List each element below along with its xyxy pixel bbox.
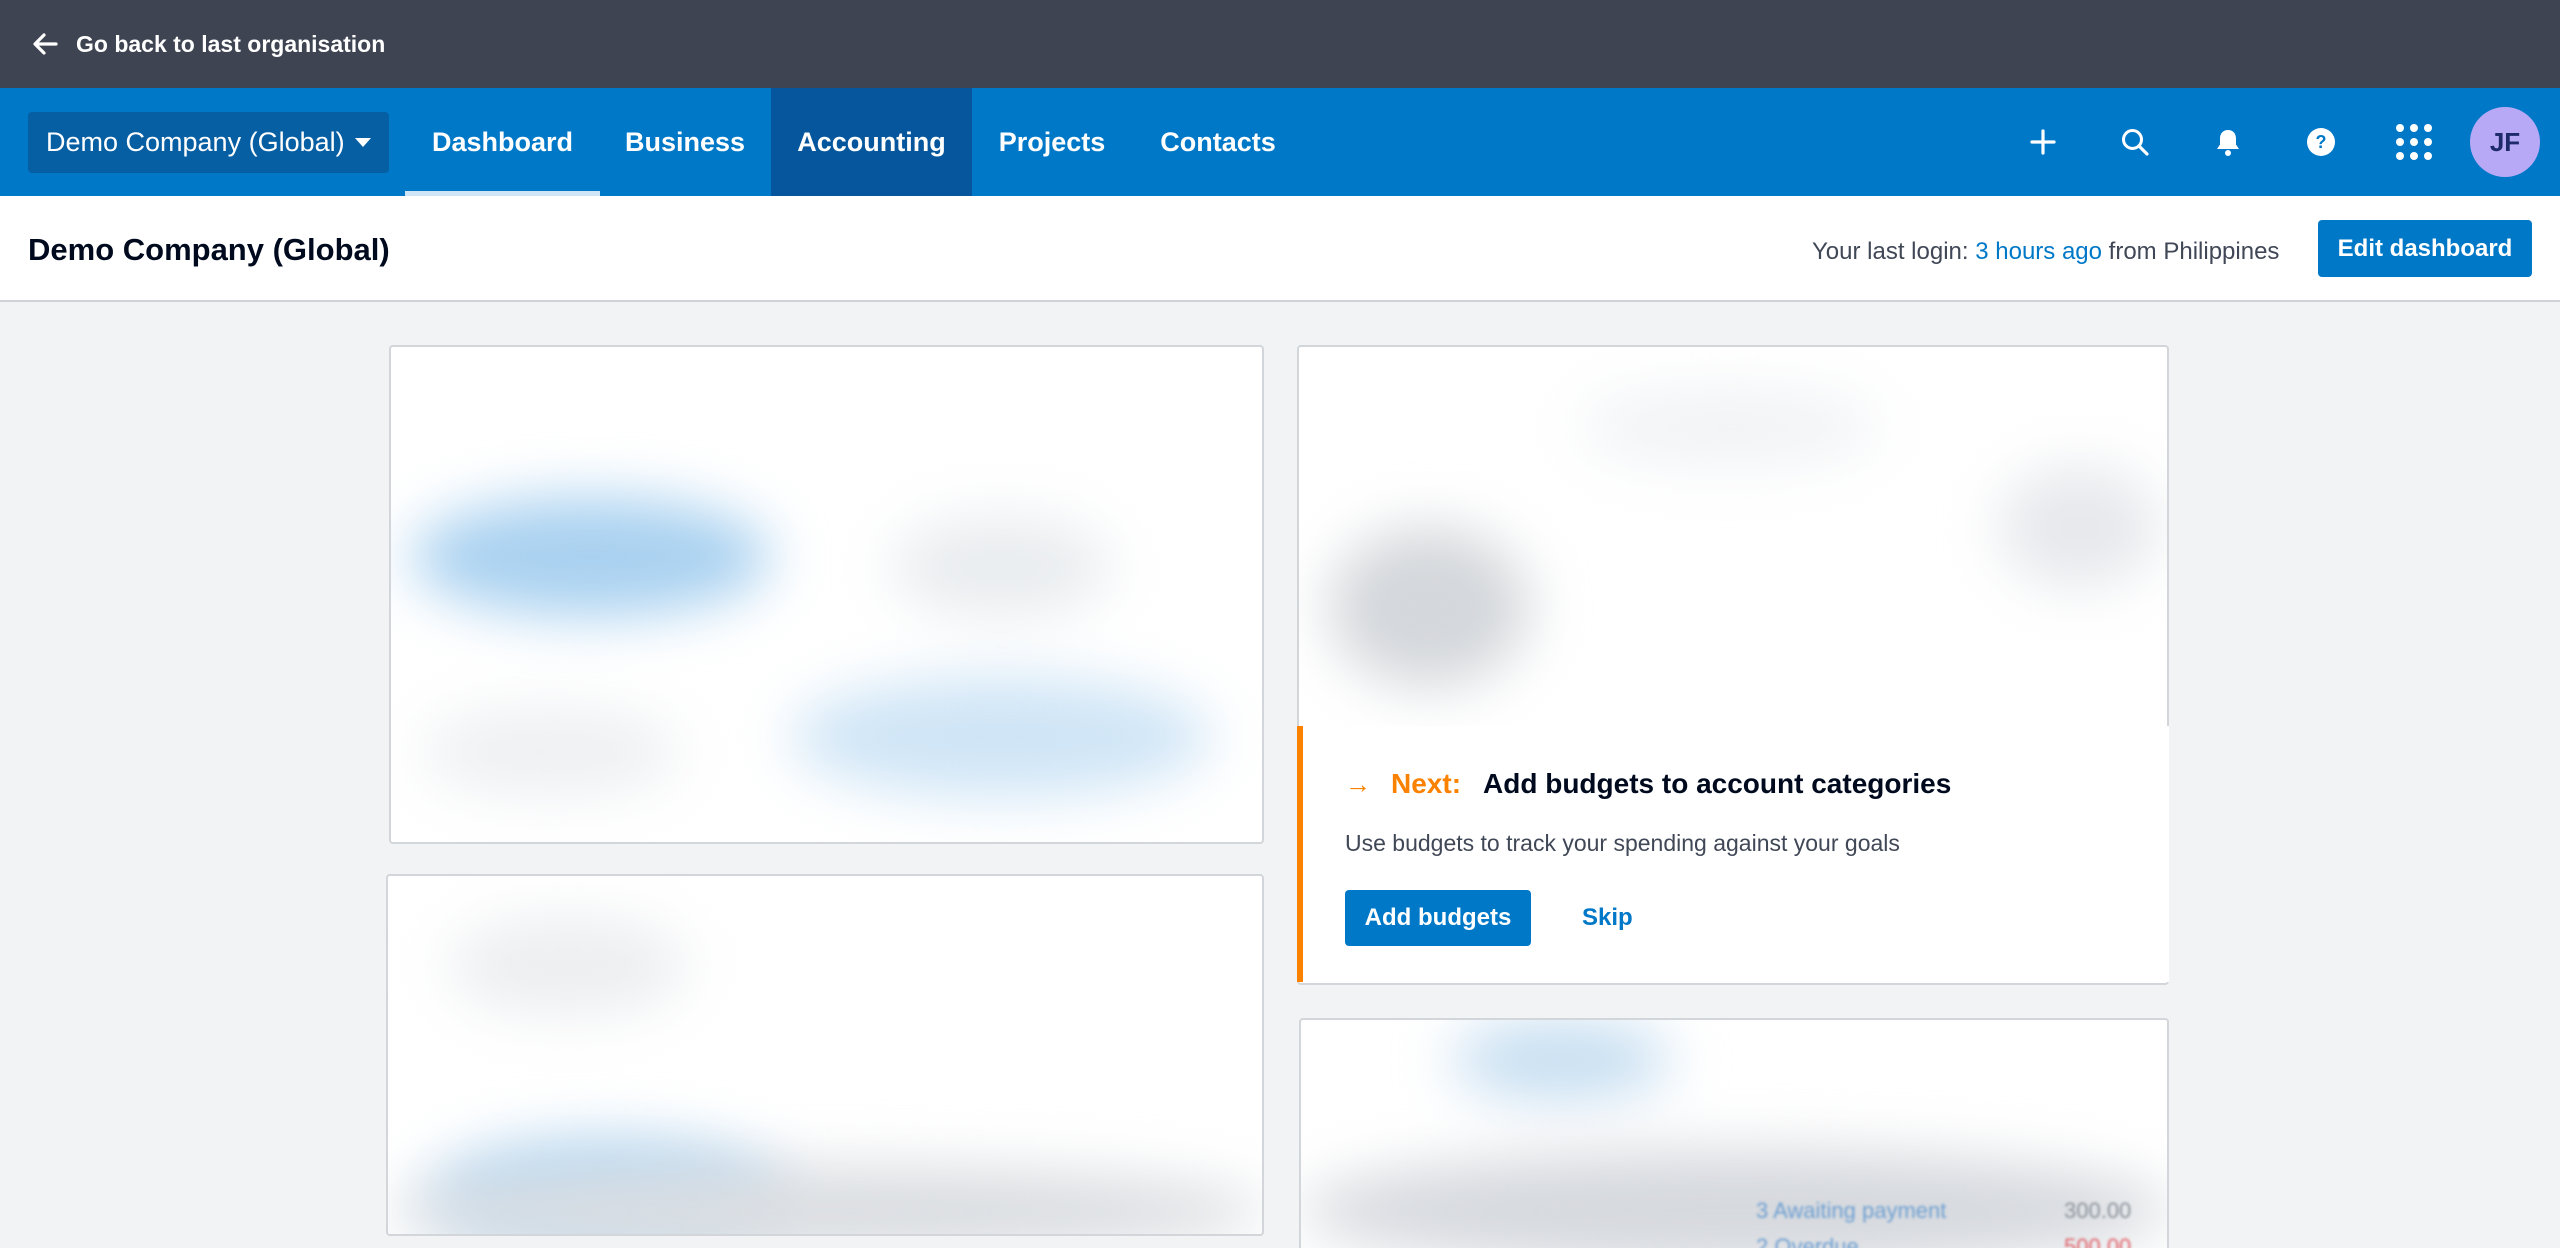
- faded-row-label: 2 Overdue: [1756, 1234, 1859, 1248]
- placeholder-shape: [411, 497, 771, 617]
- back-to-last-org-link[interactable]: Go back to last organisation: [76, 31, 385, 58]
- org-switcher-label: Demo Company (Global): [46, 127, 345, 157]
- search-icon[interactable]: [2108, 115, 2162, 169]
- next-step-title: Add budgets to account categories: [1483, 768, 1952, 799]
- skip-link[interactable]: Skip: [1582, 904, 1633, 932]
- arrow-left-icon[interactable]: [30, 29, 60, 59]
- tab-projects-label: Projects: [998, 126, 1106, 157]
- avatar-initials: JF: [2489, 126, 2521, 157]
- tab-business[interactable]: Business: [600, 88, 770, 196]
- user-avatar[interactable]: JF: [2470, 107, 2540, 177]
- tab-contacts-label: Contacts: [1160, 126, 1276, 157]
- next-label: Next:: [1391, 768, 1462, 799]
- tab-contacts[interactable]: Contacts: [1132, 88, 1304, 196]
- bell-icon[interactable]: [2201, 115, 2255, 169]
- tab-projects[interactable]: Projects: [972, 88, 1132, 196]
- apps-grid-icon[interactable]: [2387, 115, 2441, 169]
- page-title: Demo Company (Global): [28, 232, 390, 267]
- last-login-suffix: from Philippines: [2108, 238, 2280, 265]
- help-icon[interactable]: ?: [2294, 115, 2348, 169]
- tab-business-label: Business: [624, 126, 746, 157]
- org-switcher-button[interactable]: Demo Company (Global): [28, 112, 389, 173]
- arrow-right-icon: →: [1345, 768, 1371, 799]
- dashboard-header: Demo Company (Global) Your last login: 3…: [0, 196, 2560, 302]
- last-login-prefix: Your last login:: [1812, 238, 1969, 265]
- faded-row-value: 500.00: [2064, 1234, 2132, 1248]
- last-login-link[interactable]: 3 hours ago: [1975, 238, 2102, 265]
- loading-widget-2: [386, 874, 1264, 1236]
- placeholder-shape: [1999, 467, 2159, 587]
- caret-down-icon: [354, 138, 371, 147]
- placeholder-shape: [448, 916, 688, 1016]
- placeholder-shape: [421, 707, 681, 797]
- svg-text:?: ?: [2316, 132, 2327, 152]
- placeholder-shape: [891, 517, 1111, 617]
- placeholder-shape: [1329, 527, 1529, 687]
- loading-widget-1: [389, 345, 1264, 844]
- loading-widget-4: 3 Awaiting payment 300.00 2 Overdue 500.…: [1299, 1018, 2169, 1248]
- last-login-info: Your last login: 3 hours ago from Philip…: [1812, 238, 2279, 266]
- plus-icon[interactable]: [2016, 115, 2070, 169]
- tab-accounting-label: Accounting: [797, 126, 946, 157]
- placeholder-shape: [1451, 1020, 1671, 1100]
- tab-dashboard-label: Dashboard: [431, 126, 574, 157]
- tab-dashboard[interactable]: Dashboard: [405, 88, 600, 196]
- next-step-description: Use budgets to track your spending again…: [1345, 830, 1900, 856]
- main-nav: Demo Company (Global) Dashboard Business…: [0, 88, 2560, 196]
- add-budgets-button[interactable]: Add budgets: [1345, 890, 1531, 946]
- placeholder-shape: [791, 677, 1211, 797]
- placeholder-shape: [1301, 1150, 2167, 1248]
- placeholder-shape: [1579, 387, 1879, 467]
- tab-accounting[interactable]: Accounting: [771, 88, 972, 196]
- next-step-panel: → Next: Add budgets to account categorie…: [1297, 726, 2169, 982]
- faded-row-label: 3 Awaiting payment: [1756, 1198, 1947, 1223]
- next-step-heading: → Next: Add budgets to account categorie…: [1345, 768, 1951, 800]
- back-bar: Go back to last organisation: [0, 0, 2560, 88]
- faded-row-value: 300.00: [2064, 1198, 2132, 1223]
- edit-dashboard-button[interactable]: Edit dashboard: [2318, 220, 2532, 277]
